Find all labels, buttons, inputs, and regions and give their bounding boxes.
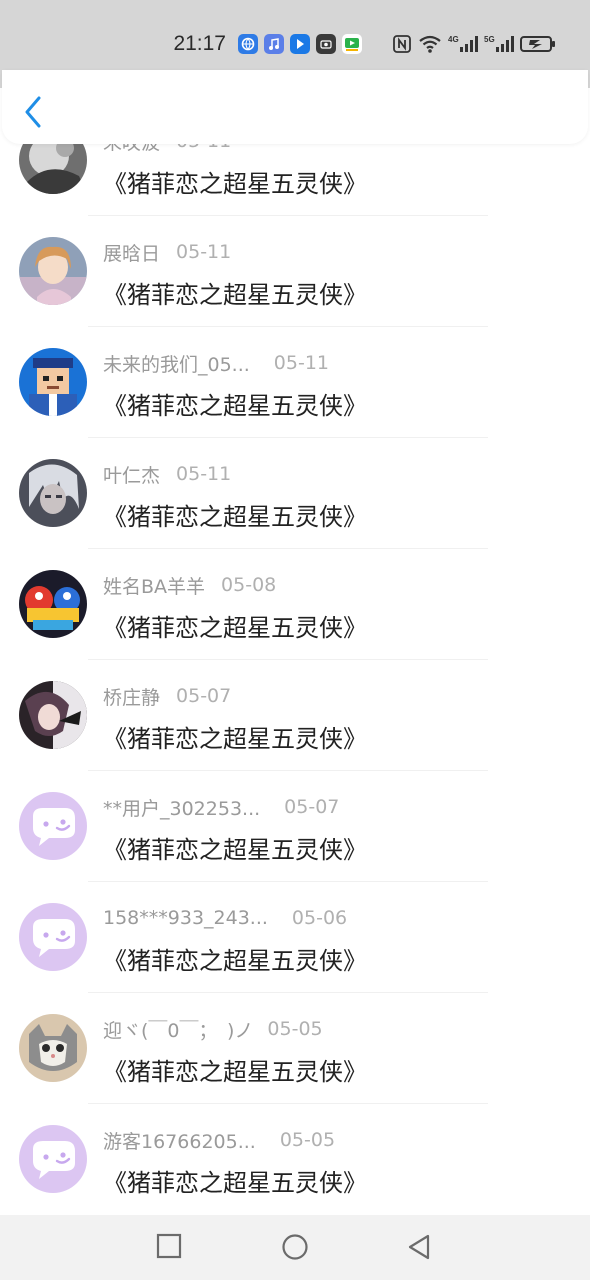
meta-line: 展晗日 05-11 [103, 238, 231, 266]
chevron-left-icon [25, 96, 41, 128]
post-date: 05-07 [284, 796, 340, 818]
avatar[interactable] [19, 570, 87, 638]
user-name: 迎ヾ(￣0￣； )ノ [103, 1019, 254, 1042]
top-nav-bar [2, 70, 588, 144]
user-name: 叶仁杰 [103, 464, 161, 487]
list-item[interactable]: 迎ヾ(￣0￣； )ノ 05-05 《猪菲恋之超星五灵侠》 [0, 993, 590, 1104]
post-date: 05-05 [279, 1129, 336, 1151]
post-date: 05-11 [176, 463, 232, 485]
list-item[interactable]: 未来的我们_05... 05-11 《猪菲恋之超星五灵侠》 [0, 327, 590, 438]
post-date: 05-08 [221, 574, 277, 596]
post-date: 05-05 [267, 1018, 323, 1040]
home-circle-icon[interactable] [281, 1233, 309, 1265]
meta-line: 未来的我们_05... 05-11 [103, 349, 329, 377]
meta-line: 迎ヾ(￣0￣； )ノ 05-05 [103, 1015, 323, 1043]
avatar[interactable] [19, 1125, 87, 1193]
item-title[interactable]: 《猪菲恋之超星五灵侠》 [103, 830, 367, 865]
post-date: 05-11 [273, 352, 330, 374]
network-label-5g: 5G [484, 35, 495, 44]
item-title[interactable]: 《猪菲恋之超星五灵侠》 [103, 941, 367, 976]
meta-line: **用户_302253... 05-07 [103, 793, 339, 821]
item-title[interactable]: 《猪菲恋之超星五灵侠》 [103, 719, 367, 754]
list-item[interactable]: 展晗日 05-11 《猪菲恋之超星五灵侠》 [0, 216, 590, 327]
item-title[interactable]: 《猪菲恋之超星五灵侠》 [103, 608, 367, 643]
user-name: 未来的我们_05... [103, 353, 250, 376]
wifi-icon [418, 34, 442, 54]
back-triangle-icon[interactable] [406, 1233, 432, 1265]
battery-charging-icon [520, 34, 556, 54]
system-nav-bar [0, 1215, 590, 1280]
avatar[interactable] [19, 348, 87, 416]
item-title[interactable]: 《猪菲恋之超星五灵侠》 [103, 386, 367, 421]
avatar[interactable] [19, 237, 87, 305]
recents-square-icon[interactable] [156, 1233, 182, 1263]
user-name: 展晗日 [103, 242, 161, 265]
avatar[interactable] [19, 459, 87, 527]
post-date: 05-07 [176, 685, 232, 707]
avatar[interactable] [19, 792, 87, 860]
post-date: 05-11 [176, 241, 232, 263]
network-label-4g: 4G [448, 35, 459, 44]
list-item[interactable]: 姓名BA羊羊 05-08 《猪菲恋之超星五灵侠》 [0, 549, 590, 660]
browser-icon [238, 34, 258, 54]
item-title[interactable]: 《猪菲恋之超星五灵侠》 [103, 497, 367, 532]
signal-4g-icon: 4G [448, 34, 478, 54]
nfc-icon [392, 34, 412, 54]
user-name: 桥庄静 [103, 686, 161, 709]
user-name: 游客16766205... [103, 1130, 256, 1153]
video-icon [342, 34, 362, 54]
avatar[interactable] [19, 1014, 87, 1082]
music-icon [264, 34, 284, 54]
user-name: **用户_302253... [103, 797, 261, 820]
meta-line: 158***933_243... 05-06 [103, 904, 347, 932]
item-title[interactable]: 《猪菲恋之超星五灵侠》 [103, 275, 367, 310]
comment-list[interactable]: 未叹波 05-11 《猪菲恋之超星五灵侠》 展晗日 05-11 《猪菲恋之超星五… [0, 0, 590, 1215]
meta-line: 叶仁杰 05-11 [103, 460, 231, 488]
meta-line: 姓名BA羊羊 05-08 [103, 571, 276, 599]
list-item[interactable]: 桥庄静 05-07 《猪菲恋之超星五灵侠》 [0, 660, 590, 771]
list-item[interactable]: 游客16766205... 05-05 《猪菲恋之超星五灵侠》 [0, 1104, 590, 1215]
back-button[interactable] [22, 94, 46, 130]
bookmark-icon [290, 34, 310, 54]
item-title[interactable]: 《猪菲恋之超星五灵侠》 [103, 1052, 367, 1087]
avatar[interactable] [19, 681, 87, 749]
item-title[interactable]: 《猪菲恋之超星五灵侠》 [103, 1163, 367, 1198]
meta-line: 游客16766205... 05-05 [103, 1126, 335, 1154]
meta-line: 桥庄静 05-07 [103, 682, 231, 710]
status-time: 21:17 [173, 32, 226, 55]
item-title[interactable]: 《猪菲恋之超星五灵侠》 [103, 164, 367, 199]
post-date: 05-06 [291, 907, 348, 929]
signal-5g-icon: 5G [484, 34, 514, 54]
avatar[interactable] [19, 903, 87, 971]
list-item[interactable]: 叶仁杰 05-11 《猪菲恋之超星五灵侠》 [0, 438, 590, 549]
user-name: 姓名BA羊羊 [103, 575, 206, 598]
list-item[interactable]: 158***933_243... 05-06 《猪菲恋之超星五灵侠》 [0, 882, 590, 993]
list-item[interactable]: **用户_302253... 05-07 《猪菲恋之超星五灵侠》 [0, 771, 590, 882]
user-name: 158***933_243... [103, 907, 268, 929]
scanner-icon [316, 34, 336, 54]
status-icons: 21:17 4G 5G [173, 28, 556, 60]
